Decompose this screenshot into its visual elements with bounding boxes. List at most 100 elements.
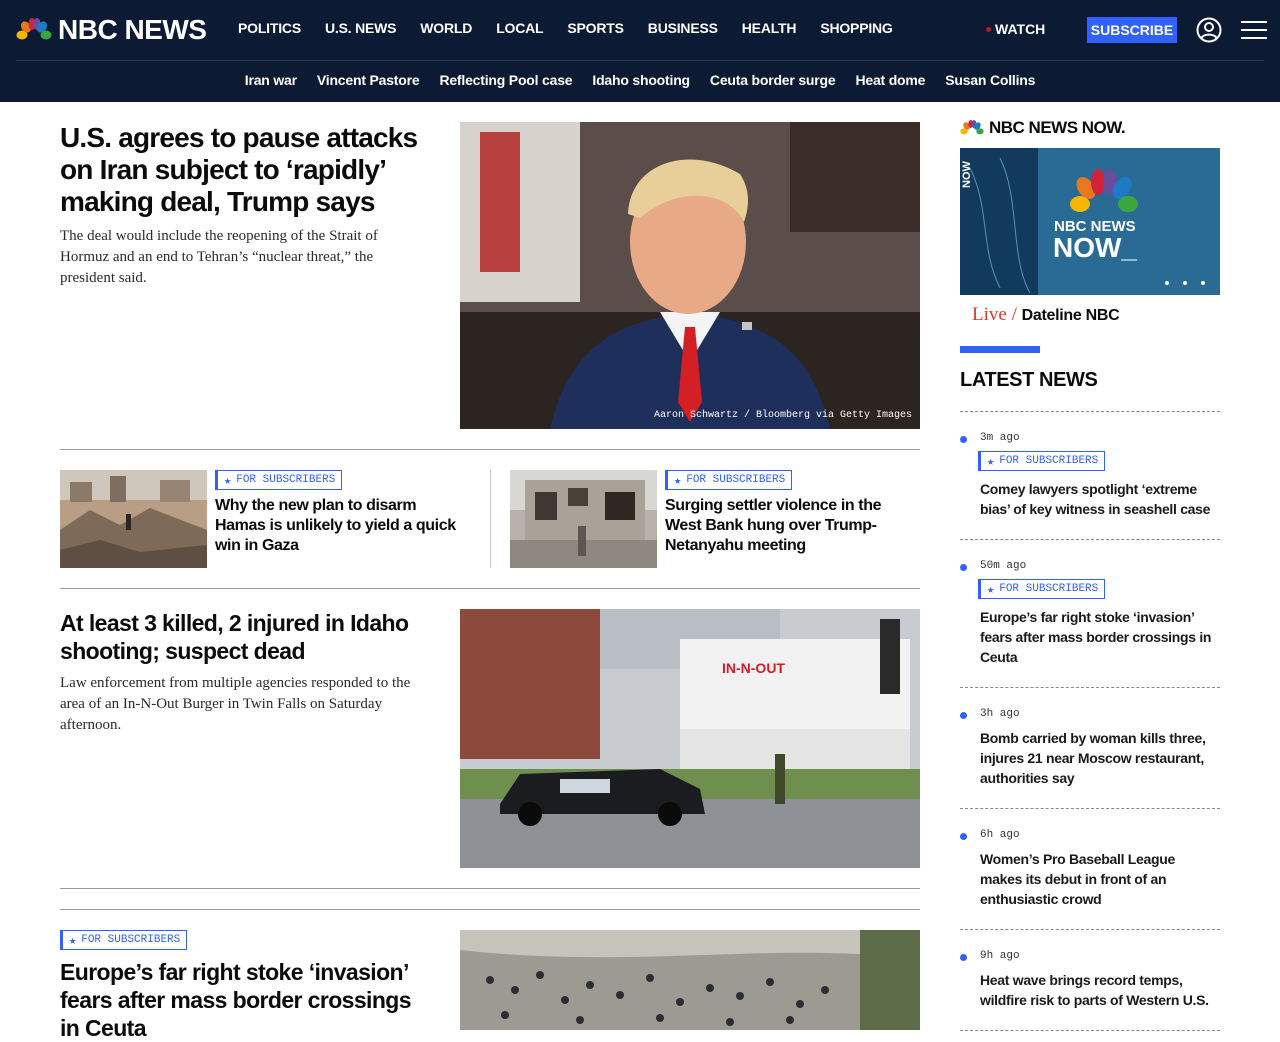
subscriber-badge: ★ FOR SUBSCRIBERS bbox=[665, 470, 793, 490]
trending-link[interactable]: Idaho shooting bbox=[592, 72, 690, 88]
section-divider bbox=[60, 909, 920, 910]
section-divider bbox=[60, 588, 920, 589]
nav-local[interactable]: LOCAL bbox=[496, 20, 543, 36]
latest-headline[interactable]: Women’s Pro Baseball League makes its de… bbox=[980, 849, 1220, 909]
story-thumbnail[interactable] bbox=[510, 470, 657, 568]
nav-world[interactable]: WORLD bbox=[420, 20, 472, 36]
badge-label: FOR SUBSCRIBERS bbox=[999, 583, 1099, 595]
trending-link[interactable]: Iran war bbox=[245, 72, 297, 88]
west-bank-building-illustration bbox=[510, 470, 657, 568]
live-dot-icon bbox=[986, 26, 991, 32]
live-now-line[interactable]: Live / Dateline NBC bbox=[960, 304, 1220, 326]
star-icon: ★ bbox=[987, 582, 995, 597]
star-icon: ★ bbox=[224, 473, 232, 488]
peacock-icon bbox=[960, 120, 984, 135]
third-story: ★ FOR SUBSCRIBERS Europe’s far right sto… bbox=[60, 930, 920, 1041]
latest-headline[interactable]: Comey lawyers spotlight ‘extreme bias’ o… bbox=[980, 479, 1220, 519]
second-headline[interactable]: At least 3 killed, 2 injured in Idaho sh… bbox=[60, 609, 430, 665]
latest-news-list: 3m ago ★ FOR SUBSCRIBERS Comey lawyers s… bbox=[960, 411, 1220, 1031]
site-header: NBC NEWS POLITICS U.S. NEWS WORLD LOCAL … bbox=[0, 0, 1280, 102]
latest-news-item[interactable]: 50m ago ★ FOR SUBSCRIBERS Europe’s far r… bbox=[960, 540, 1220, 688]
lead-story-text: U.S. agrees to pause attacks on Iran sub… bbox=[60, 122, 430, 289]
section-divider bbox=[60, 449, 920, 450]
section-nav: POLITICS U.S. NEWS WORLD LOCAL SPORTS BU… bbox=[238, 20, 893, 36]
header-divider bbox=[16, 60, 1264, 61]
latest-headline[interactable]: Heat wave brings record temps, wildfire … bbox=[980, 970, 1220, 1010]
third-headline[interactable]: Europe’s far right stoke ‘invasion’ fear… bbox=[60, 958, 430, 1042]
account-icon[interactable] bbox=[1196, 17, 1222, 43]
trending-nav: Iran war Vincent Pastore Reflecting Pool… bbox=[0, 72, 1280, 88]
trending-link[interactable]: Reflecting Pool case bbox=[439, 72, 572, 88]
bullet-dot-icon bbox=[960, 436, 967, 443]
live-video-player[interactable]: NOW NBC NEWS NOW_ bbox=[960, 148, 1220, 295]
watch-label: WATCH bbox=[995, 21, 1046, 37]
latest-headline[interactable]: Bomb carried by woman kills three, injur… bbox=[980, 728, 1220, 788]
badge-label: FOR SUBSCRIBERS bbox=[236, 474, 336, 486]
subscriber-badge: ★ FOR SUBSCRIBERS bbox=[978, 579, 1106, 599]
badge-label: FOR SUBSCRIBERS bbox=[686, 474, 786, 486]
star-icon: ★ bbox=[674, 473, 682, 488]
story-headline[interactable]: Why the new plan to disarm Hamas is unli… bbox=[215, 496, 470, 556]
bullet-dot-icon bbox=[960, 712, 967, 719]
trending-link[interactable]: Heat dome bbox=[855, 72, 925, 88]
badge-label: FOR SUBSCRIBERS bbox=[81, 934, 181, 946]
subscribe-button[interactable]: SUBSCRIBE bbox=[1087, 17, 1177, 43]
nav-us-news[interactable]: U.S. NEWS bbox=[325, 20, 397, 36]
video-side-text: NOW bbox=[961, 161, 973, 189]
subscriber-badge: ★ FOR SUBSCRIBERS bbox=[978, 451, 1106, 471]
live-show-title: Dateline NBC bbox=[1021, 307, 1120, 324]
badge-label: FOR SUBSCRIBERS bbox=[999, 455, 1099, 467]
video-logo-bottom: NOW_ bbox=[1053, 232, 1137, 263]
story-card-body: ★ FOR SUBSCRIBERS Surging settler violen… bbox=[665, 470, 920, 556]
lead-headline[interactable]: U.S. agrees to pause attacks on Iran sub… bbox=[60, 122, 430, 218]
second-dek: Law enforcement from multiple agencies r… bbox=[60, 675, 411, 733]
nav-sports[interactable]: SPORTS bbox=[567, 20, 624, 36]
latest-news-item[interactable]: 9h ago Heat wave brings record temps, wi… bbox=[960, 930, 1220, 1031]
watch-link[interactable]: WATCH bbox=[986, 21, 1045, 37]
nav-politics[interactable]: POLITICS bbox=[238, 20, 301, 36]
peacock-icon bbox=[16, 18, 52, 40]
paired-stories: ★ FOR SUBSCRIBERS Why the new plan to di… bbox=[60, 470, 920, 568]
second-story-text: At least 3 killed, 2 injured in Idaho sh… bbox=[60, 609, 430, 736]
star-icon: ★ bbox=[987, 454, 995, 469]
section-divider bbox=[60, 888, 920, 889]
latest-news-item[interactable]: 3m ago ★ FOR SUBSCRIBERS Comey lawyers s… bbox=[960, 412, 1220, 540]
trending-link[interactable]: Susan Collins bbox=[945, 72, 1035, 88]
trending-link[interactable]: Ceuta border surge bbox=[710, 72, 836, 88]
third-photo[interactable] bbox=[460, 930, 920, 1030]
timestamp: 3h ago bbox=[980, 708, 1020, 720]
nbc-news-logo[interactable]: NBC NEWS bbox=[16, 14, 207, 46]
lead-photo[interactable]: Aaron Schwartz / Bloomberg via Getty Ima… bbox=[460, 122, 920, 429]
story-headline[interactable]: Surging settler violence in the West Ban… bbox=[665, 496, 920, 556]
story-card[interactable]: ★ FOR SUBSCRIBERS Surging settler violen… bbox=[510, 470, 920, 568]
hamburger-menu-icon[interactable] bbox=[1241, 18, 1267, 42]
latest-headline[interactable]: Europe’s far right stoke ‘invasion’ fear… bbox=[980, 607, 1220, 667]
star-icon: ★ bbox=[69, 933, 77, 948]
latest-news-item[interactable]: 3h ago Bomb carried by woman kills three… bbox=[960, 688, 1220, 809]
column-divider bbox=[490, 470, 491, 568]
accent-bar bbox=[960, 346, 1040, 353]
latest-news-item[interactable]: 6h ago Women’s Pro Baseball League makes… bbox=[960, 809, 1220, 930]
primary-nav-row: NBC NEWS POLITICS U.S. NEWS WORLD LOCAL … bbox=[0, 0, 1280, 60]
second-story: At least 3 killed, 2 injured in Idaho sh… bbox=[60, 609, 920, 868]
ceuta-crowd-illustration bbox=[460, 930, 920, 1030]
story-thumbnail[interactable] bbox=[60, 470, 207, 568]
timestamp: 9h ago bbox=[980, 950, 1020, 962]
story-card[interactable]: ★ FOR SUBSCRIBERS Why the new plan to di… bbox=[60, 470, 470, 568]
lead-story: U.S. agrees to pause attacks on Iran sub… bbox=[60, 122, 920, 429]
lead-dek: The deal would include the reopening of … bbox=[60, 228, 378, 286]
nav-shopping[interactable]: SHOPPING bbox=[820, 20, 893, 36]
lead-photo-illustration bbox=[460, 122, 920, 429]
second-photo[interactable]: IN-N-OUT bbox=[460, 609, 920, 868]
timestamp: 50m ago bbox=[980, 560, 1027, 572]
live-label: Live / bbox=[972, 304, 1017, 325]
nav-health[interactable]: HEALTH bbox=[742, 20, 797, 36]
bullet-dot-icon bbox=[960, 564, 967, 571]
brand-name: NBC NEWS bbox=[58, 14, 207, 45]
idaho-scene-illustration: IN-N-OUT bbox=[460, 609, 920, 868]
gaza-rubble-illustration bbox=[60, 470, 207, 568]
nav-business[interactable]: BUSINESS bbox=[648, 20, 718, 36]
timestamp: 6h ago bbox=[980, 829, 1020, 841]
trending-link[interactable]: Vincent Pastore bbox=[317, 72, 420, 88]
nbc-news-now-logo[interactable]: NBC NEWS NOW. bbox=[960, 118, 1220, 138]
